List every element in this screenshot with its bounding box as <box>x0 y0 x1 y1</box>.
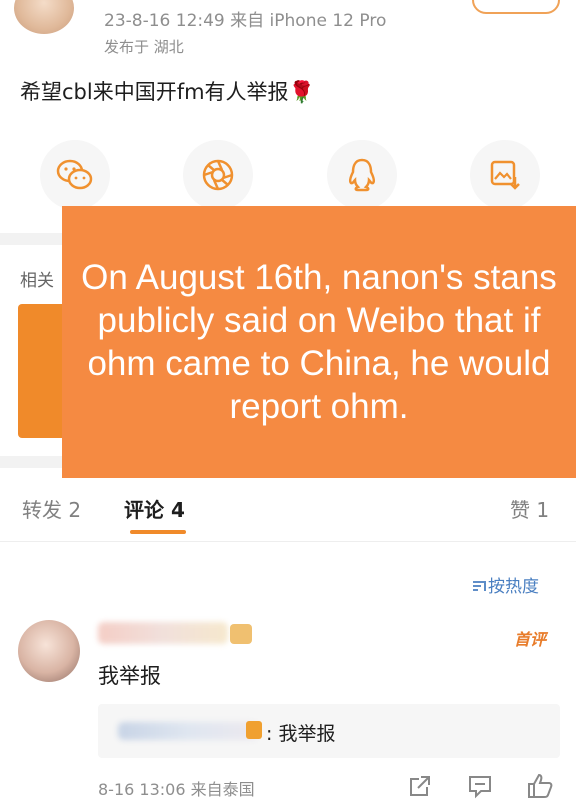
share-comment-button[interactable] <box>404 770 436 802</box>
user-badge-icon <box>246 721 262 739</box>
tab-like[interactable]: 赞 1 <box>510 494 549 523</box>
post-time-device: 23-8-16 12:49 来自 iPhone 12 Pro <box>104 11 387 31</box>
sort-by-hot-button[interactable]: 按热度 <box>472 572 539 597</box>
share-qq-button[interactable] <box>326 140 397 210</box>
share-moments-button[interactable] <box>183 140 254 210</box>
related-label: 相关 <box>20 271 54 291</box>
active-tab-indicator <box>130 530 186 534</box>
sort-icon <box>473 581 486 591</box>
like-comment-button[interactable] <box>524 770 556 802</box>
follow-button[interactable] <box>472 0 560 14</box>
wechat-icon <box>56 159 93 190</box>
save-image-icon <box>490 160 520 190</box>
comment-text: 我举报 <box>98 664 161 688</box>
caption-text: On August 16th, nanon's stans publicly s… <box>81 258 557 426</box>
save-image-button[interactable] <box>469 140 540 210</box>
post-text: 希望cbl来中国开fm有人举报🌹 <box>20 80 315 104</box>
reply-text: : 我举报 <box>266 723 336 745</box>
tab-repost[interactable]: 转发 2 <box>22 494 81 523</box>
moments-icon <box>203 159 234 191</box>
user-badge-icon <box>230 624 252 644</box>
thumbs-up-icon <box>528 773 553 798</box>
sort-label: 按热度 <box>488 577 539 597</box>
share-wechat-button[interactable] <box>40 140 110 210</box>
comment-meta: 8-16 13:06 来自泰国 <box>98 780 255 799</box>
tab-comment[interactable]: 评论 4 <box>124 494 185 523</box>
share-icon <box>410 776 430 796</box>
post-location: 发布于 湖北 <box>104 38 184 56</box>
share-row <box>40 140 540 210</box>
divider <box>0 541 576 542</box>
caption-overlay: On August 16th, nanon's stans publicly s… <box>62 206 576 478</box>
commenter-avatar[interactable] <box>18 620 80 682</box>
qq-icon <box>348 158 375 192</box>
reply-author-redacted <box>118 722 258 740</box>
first-comment-badge: 首评 <box>514 630 547 649</box>
commenter-name-redacted[interactable] <box>98 622 228 644</box>
author-avatar[interactable] <box>14 0 74 34</box>
comment-icon <box>469 776 491 799</box>
reply-comment-button[interactable] <box>464 770 496 802</box>
